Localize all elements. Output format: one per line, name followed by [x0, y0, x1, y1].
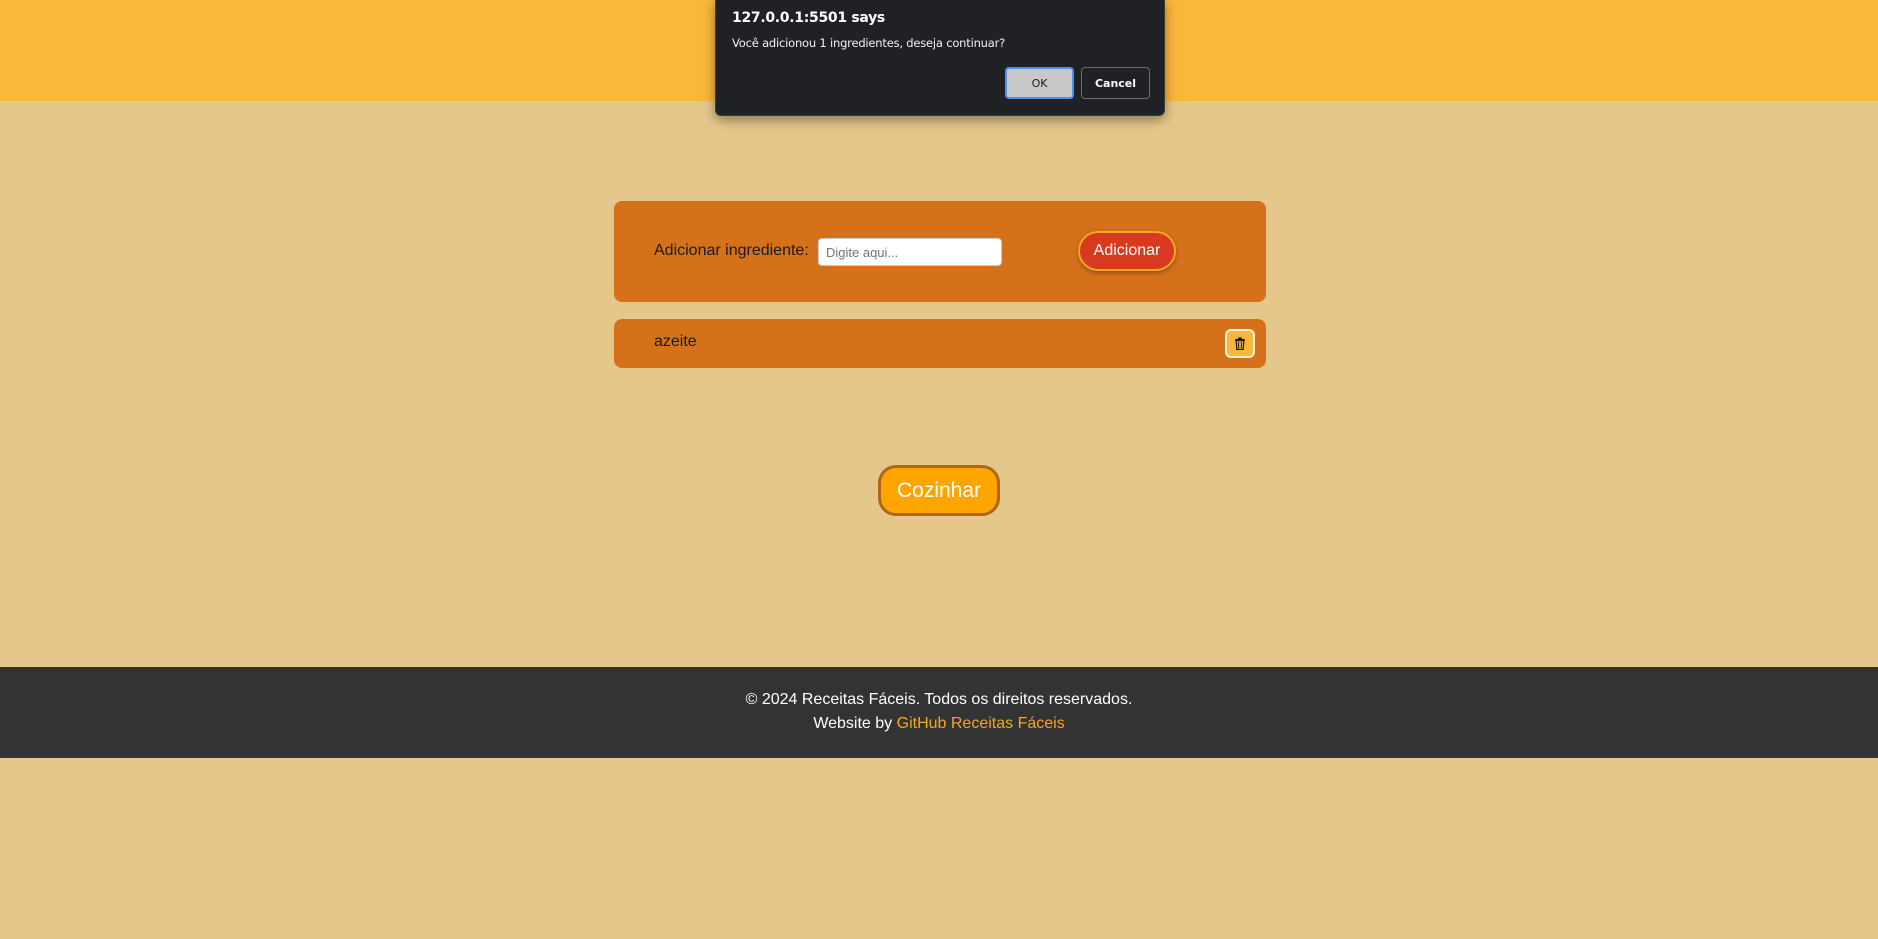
github-link[interactable]: GitHub Receitas Fáceis: [897, 715, 1065, 732]
ingredient-label: Adicionar ingrediente:: [654, 242, 809, 259]
cook-button[interactable]: Cozinhar: [878, 465, 1000, 516]
ingredient-list-item: azeite: [614, 319, 1266, 368]
footer-credit: Website by GitHub Receitas Fáceis: [0, 715, 1878, 733]
footer-copyright: © 2024 Receitas Fáceis. Todos os direito…: [745, 691, 1133, 708]
ingredient-input[interactable]: [818, 238, 1002, 266]
dialog-cancel-button[interactable]: Cancel: [1081, 67, 1150, 99]
trash-icon: [1235, 337, 1245, 350]
dialog-ok-button[interactable]: OK: [1005, 67, 1074, 99]
add-ingredient-button[interactable]: Adicionar: [1078, 231, 1176, 271]
dialog-title: 127.0.0.1:5501 says: [732, 10, 885, 26]
ingredient-form: Adicionar ingrediente: Adicionar: [614, 201, 1266, 302]
dialog-message: Você adicionou 1 ingredientes, deseja co…: [732, 36, 1006, 50]
confirm-dialog: 127.0.0.1:5501 says Você adicionou 1 ing…: [715, 0, 1165, 116]
ingredient-name: azeite: [654, 333, 697, 350]
delete-ingredient-button[interactable]: [1225, 329, 1255, 358]
footer: © 2024 Receitas Fáceis. Todos os direito…: [0, 667, 1878, 758]
footer-credit-prefix: Website by: [813, 715, 893, 732]
